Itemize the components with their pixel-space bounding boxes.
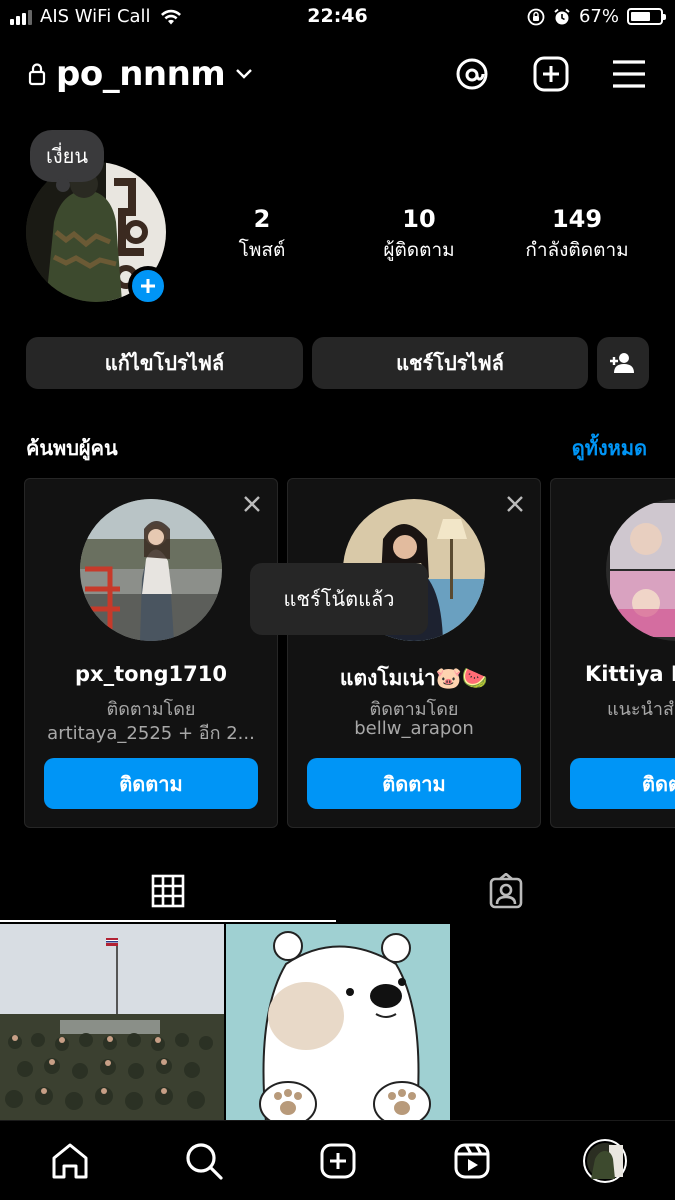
- posts-stat[interactable]: 2 โพสต์: [222, 205, 302, 265]
- suggestion-avatar[interactable]: [606, 499, 675, 641]
- close-icon[interactable]: [504, 493, 526, 515]
- posts-label: โพสต์: [238, 239, 286, 261]
- posts-count: 2: [253, 205, 271, 233]
- menu-icon[interactable]: [609, 54, 649, 94]
- suggestion-avatar[interactable]: [80, 499, 222, 641]
- add-story-button[interactable]: [128, 266, 168, 306]
- follow-button[interactable]: ติดตาม: [307, 758, 521, 809]
- active-tab-indicator: [0, 920, 336, 922]
- grid-icon: [151, 874, 185, 908]
- profile-avatar[interactable]: [583, 1139, 627, 1183]
- followers-stat[interactable]: 10 ผู้ติดตาม: [360, 205, 478, 265]
- discover-people-button[interactable]: [597, 337, 649, 389]
- tab-posts-grid[interactable]: [0, 860, 336, 922]
- followers-label: ผู้ติดตาม: [383, 239, 455, 261]
- plus-icon: [141, 279, 155, 293]
- see-all-link[interactable]: ดูทั้งหมด: [572, 432, 647, 464]
- username: po_nnnm: [56, 54, 226, 94]
- close-icon[interactable]: [241, 493, 263, 515]
- discover-people-title: ค้นพบผู้คน: [26, 436, 118, 460]
- battery-icon: [627, 8, 666, 25]
- lock-icon: [28, 63, 46, 86]
- new-post-icon[interactable]: [531, 54, 571, 94]
- profile-header: po_nnnm: [0, 50, 675, 100]
- suggestion-username[interactable]: แตงโมเน่า🐷🍉: [288, 662, 540, 695]
- account-switcher[interactable]: po_nnnm: [28, 54, 253, 94]
- suggestion-username[interactable]: Kittiya L: [585, 662, 675, 686]
- battery-percent: 67%: [578, 6, 619, 27]
- rotation-lock-icon: [527, 8, 545, 25]
- threads-icon[interactable]: [452, 54, 492, 94]
- followers-count: 10: [402, 205, 436, 233]
- bottom-navigation: [0, 1120, 675, 1200]
- note-shared-toast: แชร์โน้ตแล้ว: [250, 563, 428, 635]
- following-count: 149: [551, 205, 603, 233]
- search-icon[interactable]: [182, 1139, 226, 1183]
- add-person-icon: [610, 353, 634, 373]
- alarm-icon: [554, 8, 570, 24]
- create-icon[interactable]: [316, 1139, 360, 1183]
- chevron-down-icon: [236, 69, 253, 79]
- following-label: กำลังติดตาม: [525, 239, 629, 261]
- profile-note[interactable]: เงี่ยน: [30, 130, 104, 192]
- status-bar: AIS WiFi Call 22:46 67%: [0, 0, 675, 34]
- reels-icon[interactable]: [450, 1139, 494, 1183]
- tab-tagged[interactable]: [338, 860, 674, 922]
- suggestion-card[interactable]: Kittiya L แนะนำสำ ติดต: [550, 478, 675, 828]
- suggestion-mutuals: artitaya_2525 + อีก 2...: [47, 723, 255, 744]
- follow-button[interactable]: ติดต: [570, 758, 675, 809]
- home-icon[interactable]: [48, 1139, 92, 1183]
- suggestion-card[interactable]: px_tong1710 ติดตามโดย artitaya_2525 + อี…: [24, 478, 278, 828]
- suggestion-mutuals: bellw_arapon: [354, 718, 474, 739]
- suggestion-username[interactable]: px_tong1710: [25, 662, 277, 686]
- share-profile-button[interactable]: แชร์โปรไฟล์: [312, 337, 588, 389]
- post-thumbnail[interactable]: [226, 924, 450, 1122]
- following-stat[interactable]: 149 กำลังติดตาม: [508, 205, 646, 265]
- post-thumbnail[interactable]: [0, 924, 224, 1122]
- follow-button[interactable]: ติดตาม: [44, 758, 258, 809]
- suggestion-card[interactable]: แตงโมเน่า🐷🍉 ติดตามโดย bellw_arapon ติดตา…: [287, 478, 541, 828]
- edit-profile-button[interactable]: แก้ไขโปรไฟล์: [26, 337, 303, 389]
- suggestion-reason: แนะนำสำ: [607, 699, 675, 720]
- tagged-icon: [489, 873, 523, 909]
